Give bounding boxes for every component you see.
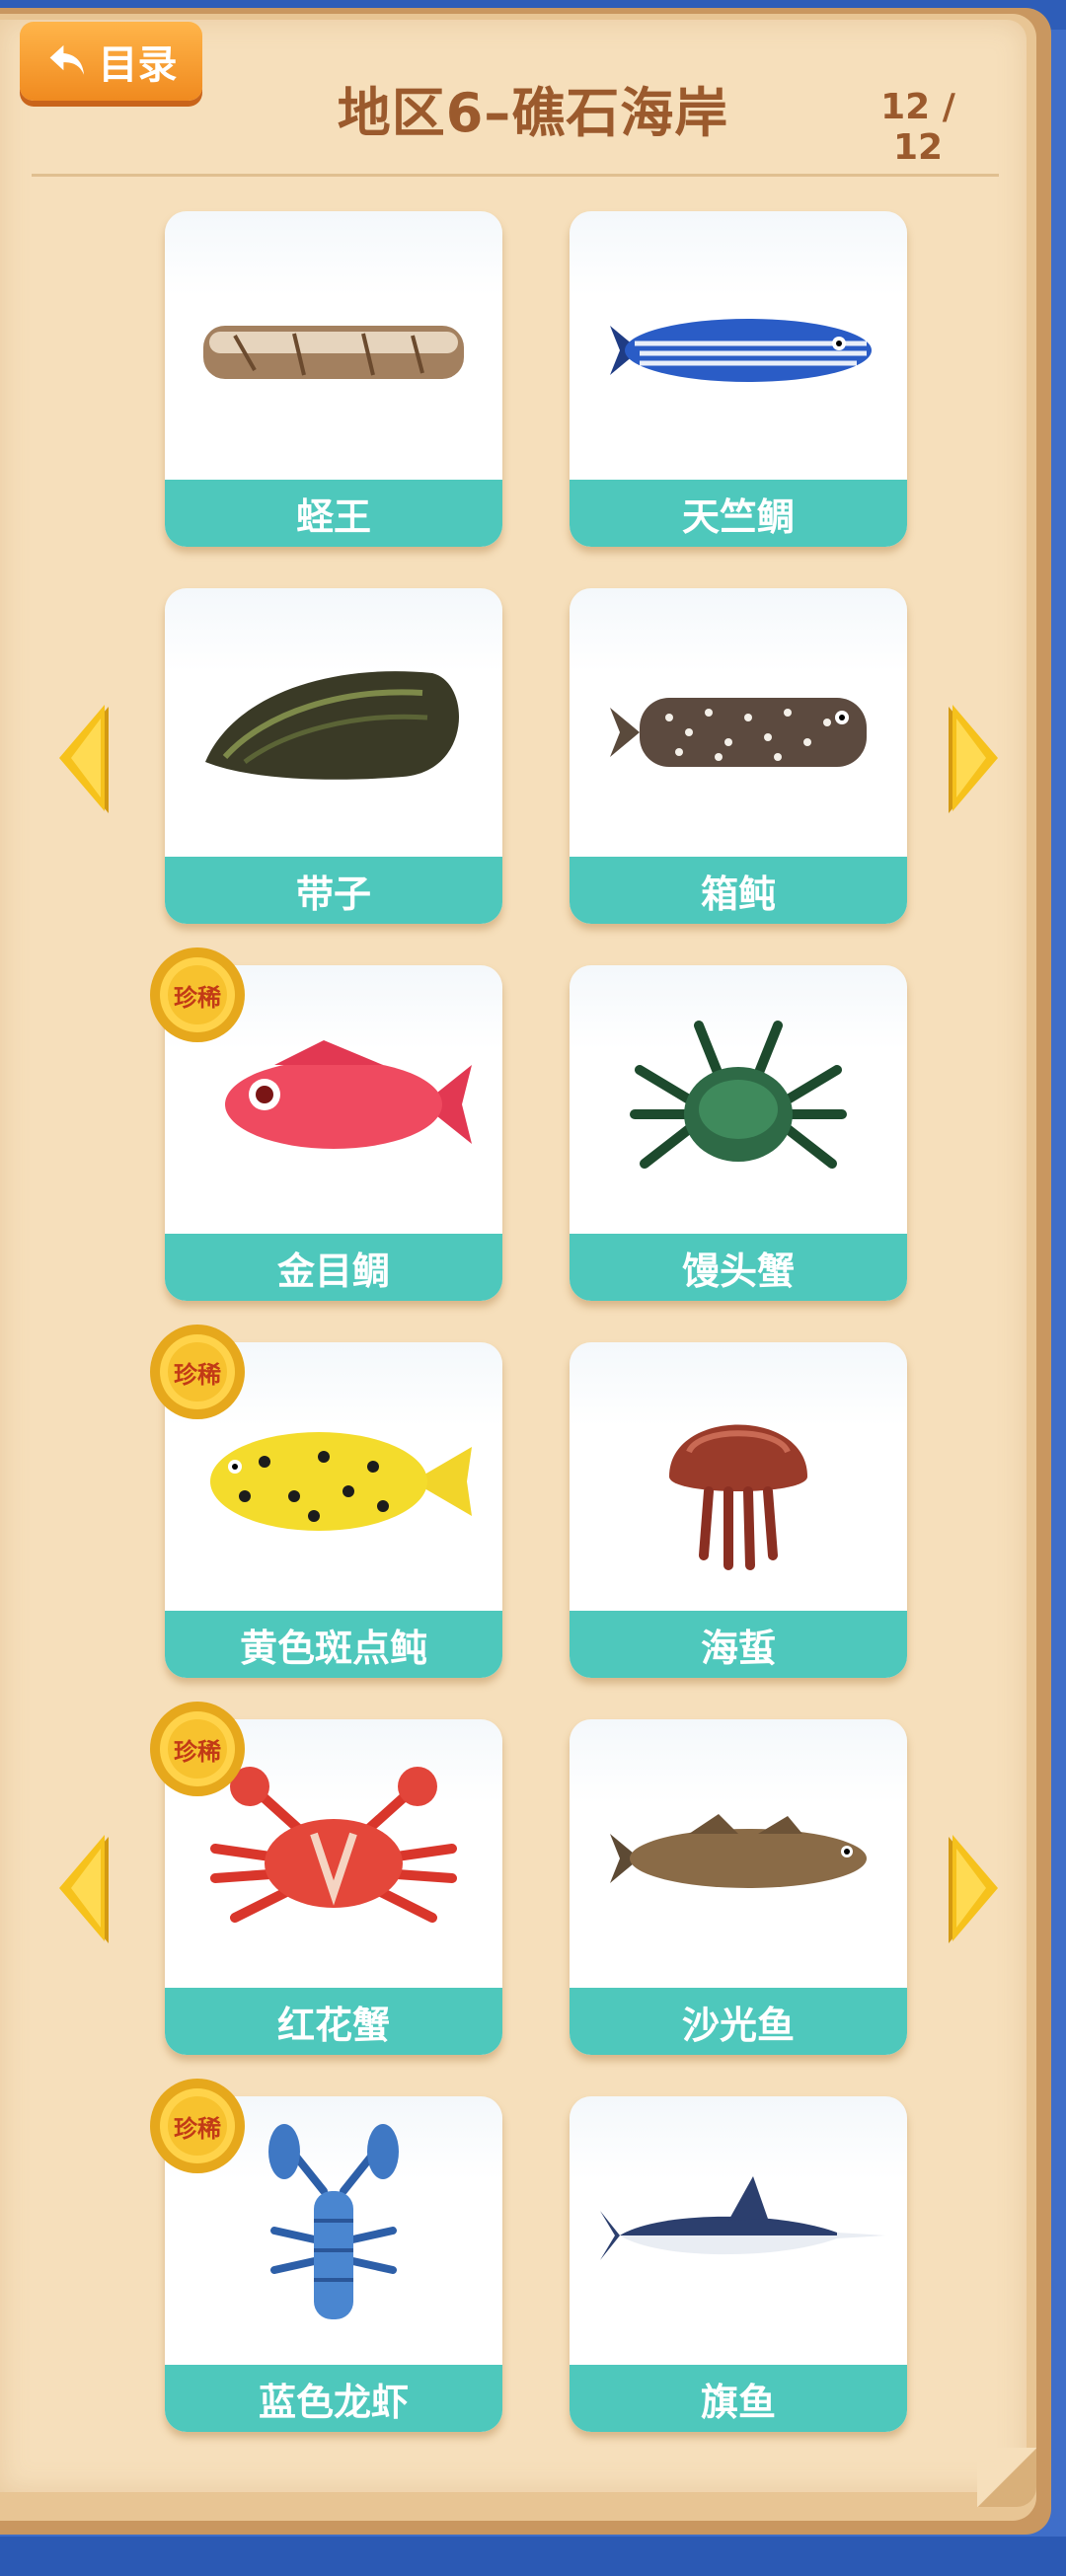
- card-label: 蓝色龙虾: [165, 2365, 502, 2432]
- card-label: 蛏王: [165, 480, 502, 547]
- razor-clam-icon: [165, 211, 502, 480]
- species-card[interactable]: 带子: [165, 588, 502, 924]
- back-arrow-icon: [49, 44, 84, 75]
- species-card[interactable]: 沙光鱼: [570, 1719, 907, 2055]
- rare-badge: 珍稀: [148, 946, 247, 1044]
- card-label: 箱鲀: [570, 857, 907, 924]
- mussel-icon: [165, 588, 502, 857]
- brown-fish-icon: [570, 1719, 907, 1988]
- species-card[interactable]: 馒头蟹: [570, 965, 907, 1301]
- bottom-frame: [0, 2537, 1066, 2576]
- header-divider: [32, 174, 999, 177]
- rare-badge-label: 珍稀: [174, 1360, 221, 1389]
- rare-badge-label: 珍稀: [174, 1737, 221, 1766]
- rare-badge: 珍稀: [148, 2077, 247, 2175]
- prev-page-arrow[interactable]: [55, 701, 114, 819]
- cardinalfish-icon: [570, 211, 907, 480]
- rare-badge: 珍稀: [148, 1323, 247, 1421]
- page-curl: [977, 2448, 1036, 2507]
- rare-badge-label: 珍稀: [174, 983, 221, 1012]
- chevron-right-icon: [949, 1835, 998, 1943]
- jellyfish-icon: [570, 1342, 907, 1611]
- swordfish-icon: [570, 2096, 907, 2365]
- card-label: 旗鱼: [570, 2365, 907, 2432]
- chevron-left-icon: [59, 705, 109, 813]
- card-label: 金目鲷: [165, 1234, 502, 1301]
- prev-page-arrow-lower[interactable]: [55, 1831, 114, 1949]
- card-label: 红花蟹: [165, 1988, 502, 2055]
- rare-badge-label: 珍稀: [174, 2114, 221, 2143]
- card-label: 黄色斑点鲀: [165, 1611, 502, 1678]
- rare-badge: 珍稀: [148, 1700, 247, 1798]
- chevron-right-icon: [949, 705, 998, 813]
- species-card[interactable]: 蛏王: [165, 211, 502, 547]
- card-label: 馒头蟹: [570, 1234, 907, 1301]
- page-title: 地区6–礁石海岸: [337, 82, 729, 144]
- card-label: 沙光鱼: [570, 1988, 907, 2055]
- page-indicator: 12 / 12: [880, 87, 955, 168]
- green-crab-icon: [570, 965, 907, 1234]
- species-card[interactable]: 旗鱼: [570, 2096, 907, 2432]
- menu-button[interactable]: 目录: [20, 22, 202, 101]
- card-label: 带子: [165, 857, 502, 924]
- card-label: 天竺鲷: [570, 480, 907, 547]
- card-label: 海蜇: [570, 1611, 907, 1678]
- species-card[interactable]: 天竺鲷: [570, 211, 907, 547]
- species-card[interactable]: 海蜇: [570, 1342, 907, 1678]
- boxfish-icon: [570, 588, 907, 857]
- next-page-arrow[interactable]: [943, 701, 1002, 819]
- chevron-left-icon: [59, 1835, 109, 1943]
- menu-label: 目录: [98, 42, 178, 88]
- next-page-arrow-lower[interactable]: [943, 1831, 1002, 1949]
- species-card[interactable]: 箱鲀: [570, 588, 907, 924]
